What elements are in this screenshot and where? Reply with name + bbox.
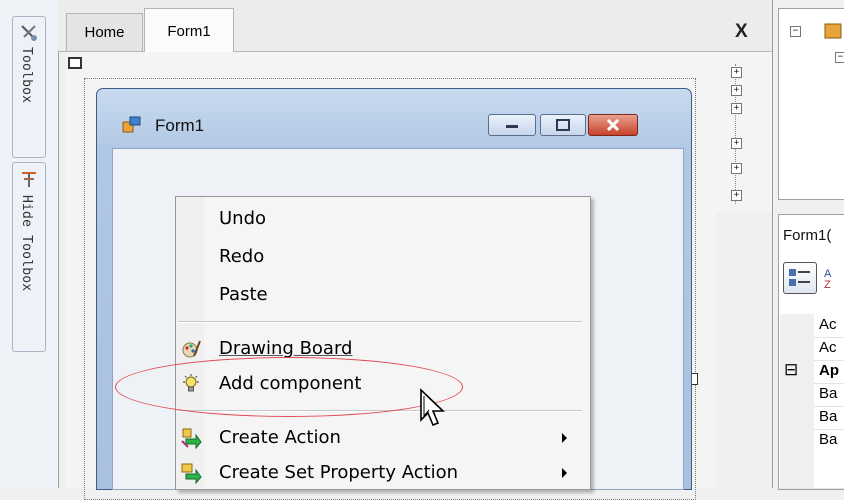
tree-expand-icon[interactable]: + bbox=[731, 67, 742, 78]
toolbox-label: Toolbox bbox=[19, 47, 34, 104]
toolbox-tools-icon bbox=[21, 25, 37, 41]
menu-item-undo[interactable]: Undo bbox=[219, 208, 266, 229]
submenu-arrow-icon bbox=[562, 468, 567, 478]
tree-expand-icon[interactable]: + bbox=[731, 138, 742, 149]
tree-expand-icon[interactable]: + bbox=[731, 190, 742, 201]
menu-separator bbox=[178, 321, 582, 323]
property-row[interactable]: Ba bbox=[780, 429, 844, 489]
property-row[interactable]: Ba bbox=[780, 383, 844, 407]
minimize-icon bbox=[506, 125, 518, 128]
property-name: Ba bbox=[819, 408, 838, 425]
hide-toolbox-icon bbox=[22, 172, 36, 187]
property-category-name: Ap bbox=[819, 362, 839, 379]
menu-item-create-action[interactable]: Create Action bbox=[219, 427, 341, 448]
tree-collapse-icon[interactable]: − bbox=[835, 52, 844, 63]
menu-item-paste[interactable]: Paste bbox=[219, 284, 268, 305]
close-window-button[interactable] bbox=[588, 114, 638, 136]
category-collapse-icon[interactable]: ⊟ bbox=[784, 360, 798, 380]
submenu-arrow-icon bbox=[562, 433, 567, 443]
maximize-icon bbox=[556, 119, 570, 131]
property-row[interactable]: Ac bbox=[780, 337, 844, 361]
property-name: Ba bbox=[819, 431, 838, 448]
mouse-cursor-icon bbox=[420, 388, 445, 427]
menu-item-redo[interactable]: Redo bbox=[219, 246, 264, 267]
component-tray-icon[interactable] bbox=[68, 57, 82, 69]
categorized-icon bbox=[789, 269, 810, 286]
alphabetical-icon[interactable]: A Z bbox=[822, 266, 844, 290]
tab-form1[interactable]: Form1 bbox=[144, 8, 234, 52]
menu-item-drawing-board[interactable]: Drawing Board bbox=[219, 338, 352, 359]
document-outline-strip bbox=[712, 52, 772, 212]
project-node-icon bbox=[824, 23, 842, 39]
create-set-property-action-icon bbox=[181, 463, 202, 484]
property-row[interactable]: Ac bbox=[780, 314, 844, 338]
maximize-button[interactable] bbox=[540, 114, 586, 136]
svg-text:Z: Z bbox=[824, 279, 831, 290]
drawing-board-icon bbox=[182, 340, 201, 358]
tab-home[interactable]: Home bbox=[66, 13, 143, 51]
tree-expand-icon[interactable]: + bbox=[731, 85, 742, 96]
property-name: Ac bbox=[819, 316, 837, 333]
property-row[interactable]: Ba bbox=[780, 406, 844, 430]
form-app-icon bbox=[122, 116, 141, 133]
close-document-button[interactable]: X bbox=[735, 21, 748, 43]
form-title: Form1 bbox=[155, 116, 205, 135]
property-name: Ac bbox=[819, 339, 837, 356]
minimize-button[interactable] bbox=[488, 114, 536, 136]
properties-object-name: Form1( bbox=[783, 227, 832, 244]
menu-item-create-set-property-action[interactable]: Create Set Property Action bbox=[219, 462, 458, 483]
highlight-annotation-ellipse bbox=[115, 357, 463, 417]
tree-expand-icon[interactable]: + bbox=[731, 103, 742, 114]
property-name: Ba bbox=[819, 385, 838, 402]
hide-toolbox-label: Hide Toolbox bbox=[19, 195, 34, 292]
create-action-icon bbox=[181, 428, 202, 449]
close-icon bbox=[606, 118, 620, 132]
categorized-view-button[interactable] bbox=[783, 262, 817, 294]
tree-collapse-icon[interactable]: − bbox=[790, 26, 801, 37]
toolbox-tab[interactable]: Toolbox bbox=[12, 16, 46, 158]
hide-toolbox-tab[interactable]: Hide Toolbox bbox=[12, 162, 46, 352]
property-category-row[interactable]: ⊟ Ap bbox=[780, 360, 844, 384]
tree-expand-icon[interactable]: + bbox=[731, 163, 742, 174]
